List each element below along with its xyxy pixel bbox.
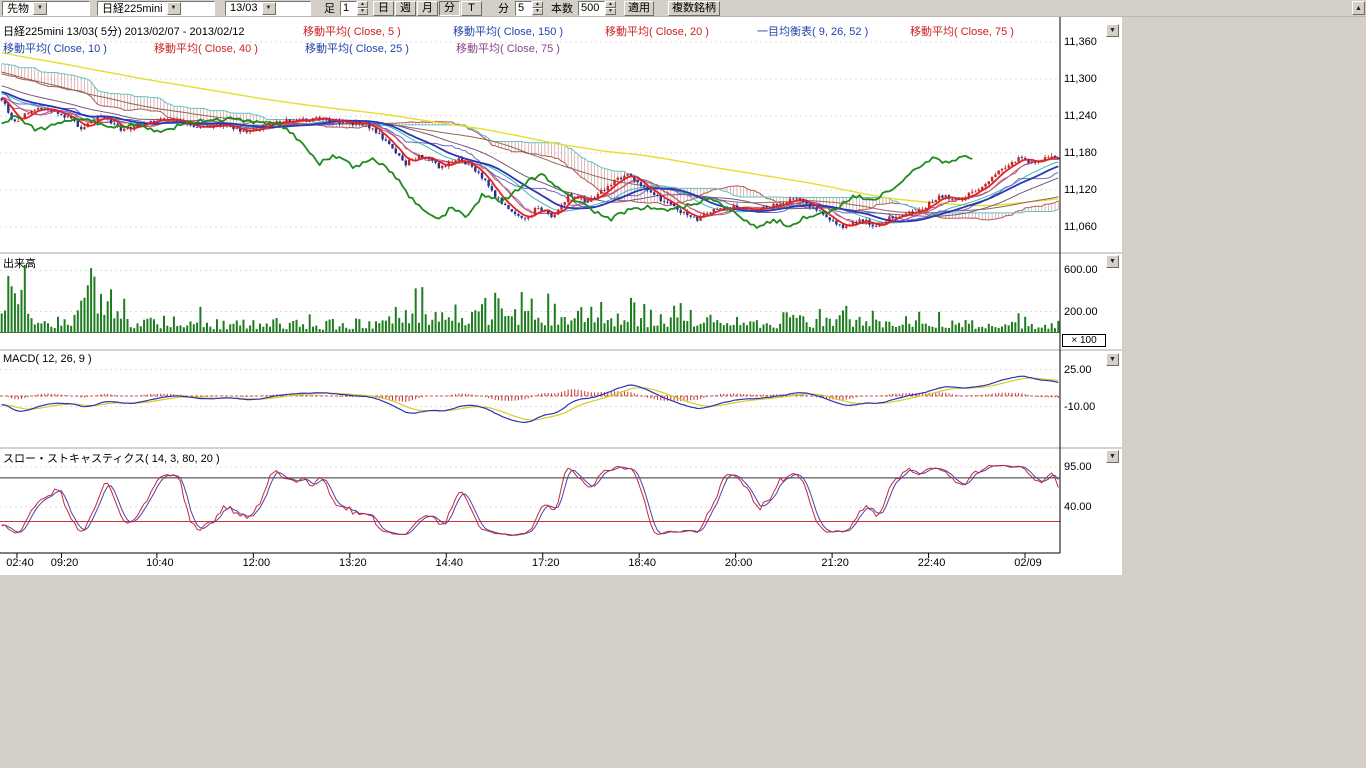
- bar-interval-spinner: ▲ ▼: [340, 1, 368, 16]
- time-axis-label: 13:20: [333, 557, 373, 569]
- volume-axis-label: 200.00: [1064, 306, 1114, 318]
- time-axis-label: 02/09: [1008, 557, 1048, 569]
- chart-header-item: 移動平均( Close, 10 ): [3, 40, 107, 56]
- spinner: ▲ ▼: [605, 1, 616, 16]
- price-axis-label: 11,300: [1064, 73, 1114, 85]
- spinner-down-icon[interactable]: ▼: [532, 8, 543, 15]
- symbol-select[interactable]: 日経225mini ▼: [97, 1, 215, 16]
- minute-unit-label: 分: [498, 0, 509, 16]
- period-button-month[interactable]: 月: [417, 1, 438, 16]
- stoch-panel-label: スロー・ストキャスティクス( 14, 3, 80, 20 ): [3, 450, 220, 466]
- arrow-up-icon: ▲: [1355, 5, 1362, 12]
- bar-interval-input[interactable]: [340, 1, 357, 16]
- bar-count-input[interactable]: [578, 1, 605, 16]
- spinner-down-icon[interactable]: ▼: [605, 8, 616, 15]
- chart-plot[interactable]: [0, 17, 1122, 575]
- time-axis-label: 10:40: [140, 557, 180, 569]
- time-axis-label: 02:40: [0, 557, 40, 569]
- spinner-up-icon[interactable]: ▲: [605, 1, 616, 8]
- chevron-down-icon[interactable]: ▼: [167, 2, 181, 15]
- time-axis-label: 21:20: [815, 557, 855, 569]
- price-axis-label: 11,240: [1064, 110, 1114, 122]
- spinner: ▲ ▼: [357, 1, 368, 16]
- spinner-down-icon[interactable]: ▼: [357, 8, 368, 15]
- chart-header-item: 移動平均( Close, 75 ): [910, 23, 1014, 39]
- chevron-down-icon[interactable]: ▼: [262, 2, 276, 15]
- period-button-week[interactable]: 週: [395, 1, 416, 16]
- price-axis-label: 11,360: [1064, 36, 1114, 48]
- bar-count-spinner: ▲ ▼: [578, 1, 616, 16]
- chart-header-item: 日経225mini 13/03( 5分) 2013/02/07 - 2013/0…: [3, 23, 245, 39]
- chart-header-item: 移動平均( Close, 150 ): [453, 23, 563, 39]
- period-button-group: 日週月分T: [373, 1, 482, 16]
- chart-header-item: 移動平均( Close, 5 ): [303, 23, 401, 39]
- macd-panel-label: MACD( 12, 26, 9 ): [3, 353, 92, 365]
- chart-header-item: 移動平均( Close, 25 ): [305, 40, 409, 56]
- contract-month-select-value: 13/03: [226, 2, 262, 14]
- apply-button[interactable]: 適用: [624, 1, 654, 16]
- volume-unit-label: × 100: [1062, 334, 1106, 347]
- volume-axis-label: 600.00: [1064, 264, 1114, 276]
- period-button-tick[interactable]: T: [461, 1, 482, 16]
- chart-header-item: 移動平均( Close, 75 ): [456, 40, 560, 56]
- chart-header-item: 一目均衡表( 9, 26, 52 ): [757, 23, 868, 39]
- chevron-down-icon[interactable]: ▼: [33, 2, 47, 15]
- spinner: ▲ ▼: [532, 1, 543, 16]
- chevron-down-icon: ▼: [1109, 27, 1116, 34]
- contract-month-select[interactable]: 13/03 ▼: [225, 1, 311, 16]
- chevron-down-icon: ▼: [1109, 453, 1116, 460]
- spinner-up-icon[interactable]: ▲: [532, 1, 543, 8]
- price-axis-label: 11,180: [1064, 147, 1114, 159]
- bar-count-label: 本数: [551, 0, 573, 16]
- time-axis-label: 12:00: [236, 557, 276, 569]
- price-axis-label: 11,120: [1064, 184, 1114, 196]
- time-axis-label: 18:40: [622, 557, 662, 569]
- bar-type-label: 足: [324, 0, 335, 16]
- stoch-axis-label: 40.00: [1064, 501, 1114, 513]
- chart-header-item: 移動平均( Close, 40 ): [154, 40, 258, 56]
- category-select-value: 先物: [3, 0, 33, 16]
- multi-symbol-button[interactable]: 複数銘柄: [668, 1, 720, 16]
- chart-header-item: 移動平均( Close, 20 ): [605, 23, 709, 39]
- chart-canvas: 出来高 MACD( 12, 26, 9 ) スロー・ストキャスティクス( 14,…: [0, 17, 1122, 575]
- spinner-up-icon[interactable]: ▲: [357, 1, 368, 8]
- time-axis-label: 20:00: [719, 557, 759, 569]
- period-button-minute[interactable]: 分: [439, 1, 460, 16]
- minute-value-input[interactable]: [515, 1, 532, 16]
- minute-spinner: ▲ ▼: [515, 1, 543, 16]
- toolbar: 先物 ▼ 日経225mini ▼ 13/03 ▼ 足 ▲ ▼ 日週月分T 分 ▲…: [0, 0, 1366, 17]
- chevron-down-icon: ▼: [1109, 356, 1116, 363]
- symbol-select-value: 日経225mini: [98, 0, 167, 16]
- period-button-day[interactable]: 日: [373, 1, 394, 16]
- time-axis-label: 17:20: [526, 557, 566, 569]
- macd-axis-label: -10.00: [1064, 401, 1114, 413]
- scroll-up-button[interactable]: ▲: [1352, 1, 1365, 15]
- time-axis-label: 09:20: [44, 557, 84, 569]
- price-axis-label: 11,060: [1064, 221, 1114, 233]
- time-axis-label: 22:40: [912, 557, 952, 569]
- category-select[interactable]: 先物 ▼: [2, 1, 90, 16]
- volume-panel-label: 出来高: [3, 255, 36, 271]
- macd-axis-label: 25.00: [1064, 364, 1114, 376]
- stoch-axis-label: 95.00: [1064, 461, 1114, 473]
- time-axis-label: 14:40: [429, 557, 469, 569]
